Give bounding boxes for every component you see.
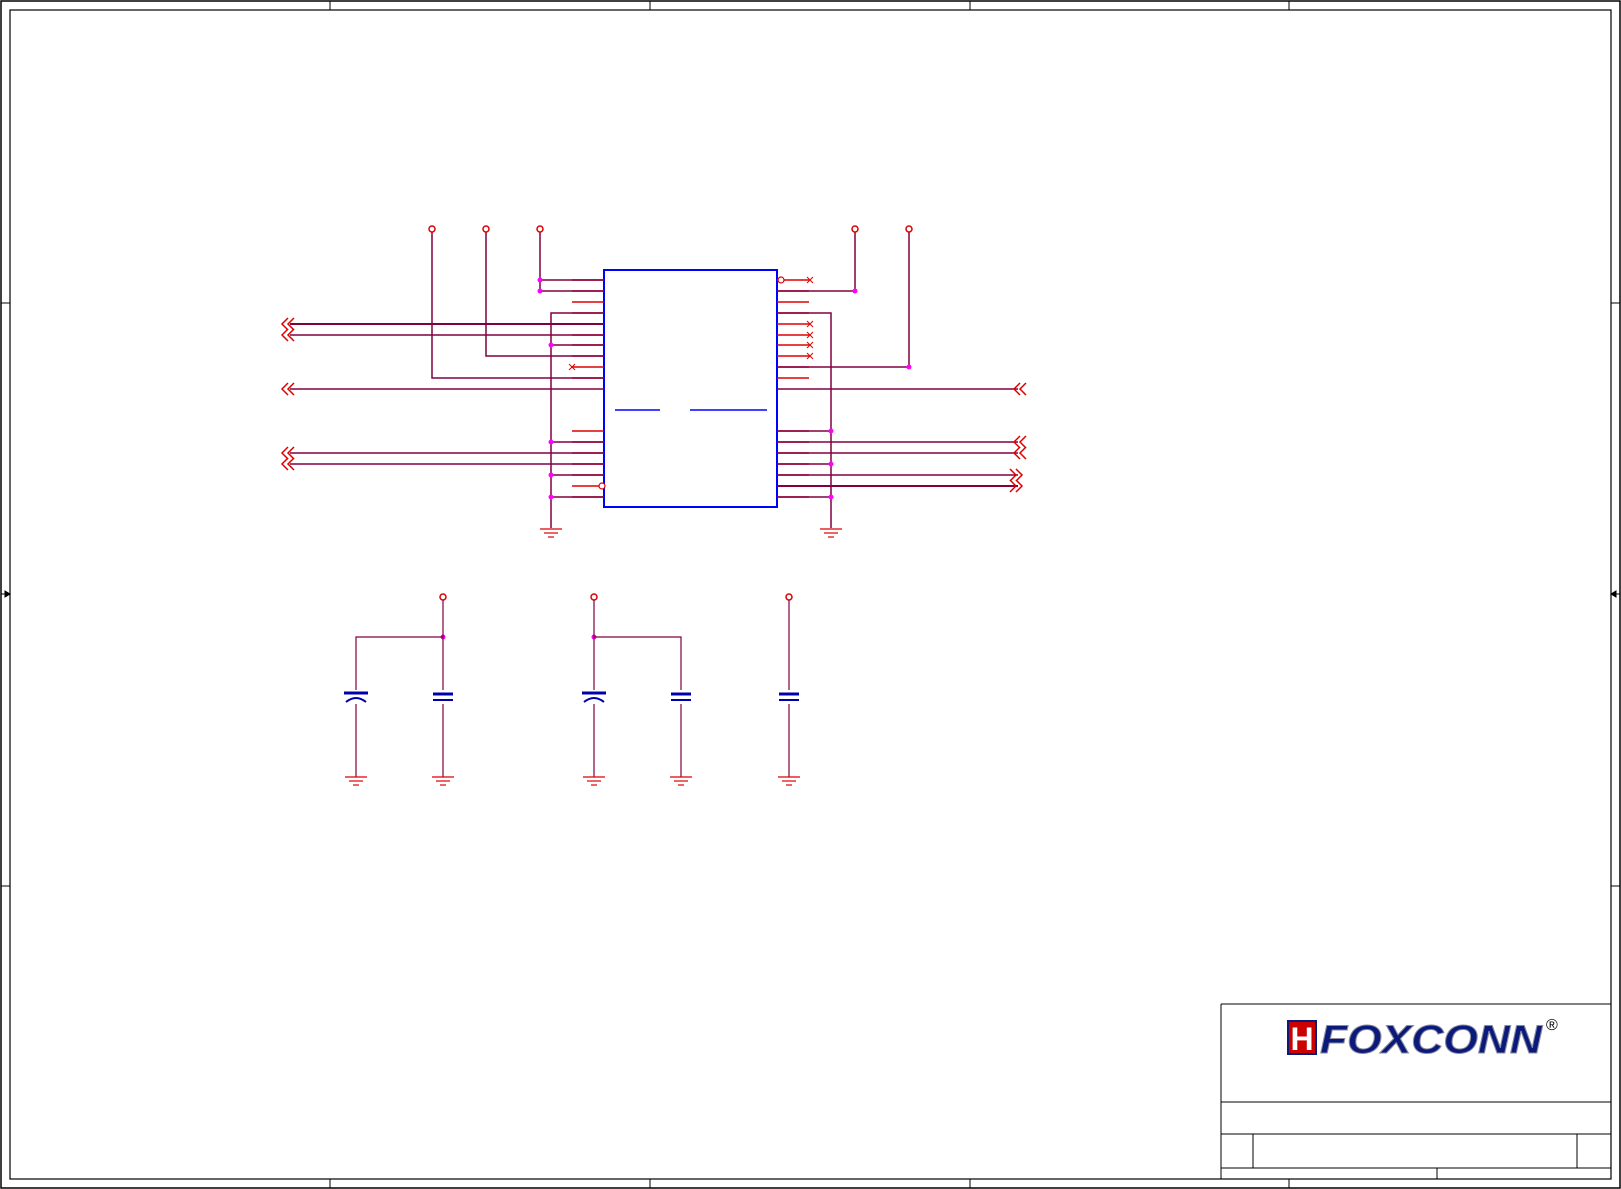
junction-dot-icon	[852, 288, 858, 294]
junction-dot-icon	[548, 472, 554, 478]
ground-symbol-icon	[432, 776, 454, 786]
schematic-sheet: H FOXCONN ®	[0, 0, 1621, 1189]
ic-body	[603, 269, 778, 508]
junction-dot-icon	[828, 461, 834, 467]
ground-symbol-icon	[540, 528, 562, 538]
open-circle-icon	[590, 593, 598, 601]
open-circle-icon	[536, 225, 544, 233]
open-circle-icon	[428, 225, 436, 233]
inverted-pin-bubble-right	[777, 276, 785, 284]
ground-symbols-caps	[345, 776, 800, 786]
open-circle-icon	[482, 225, 490, 233]
decoupling-wires	[355, 600, 790, 777]
open-circle-icon	[851, 225, 859, 233]
ground-symbol-icon	[345, 776, 367, 786]
junction-dot-icon	[828, 428, 834, 434]
open-circle-icon	[905, 225, 913, 233]
wires	[290, 232, 1018, 528]
power-ports	[428, 225, 913, 601]
ground-symbols-ic	[540, 528, 842, 538]
ground-symbol-icon	[820, 528, 842, 538]
junction-dot-icon	[537, 288, 543, 294]
ground-symbol-icon	[670, 776, 692, 786]
open-circle-icon	[439, 593, 447, 601]
logo-h-letter: H	[1290, 1021, 1313, 1057]
offpage-connectors	[280, 317, 1027, 493]
junction-dot-icon	[537, 277, 543, 283]
capacitor-icon	[779, 692, 799, 701]
junction-dot-icon	[906, 364, 912, 370]
capacitor-icon	[433, 692, 453, 701]
junction-dot-icon	[548, 494, 554, 500]
foxconn-logo: H FOXCONN ®	[1287, 1017, 1558, 1063]
inverted-pin-bubble	[598, 482, 606, 490]
polarized-capacitor-icon	[344, 691, 368, 703]
ground-symbol-icon	[583, 776, 605, 786]
drawing-frame	[0, 0, 1621, 1189]
capacitor-icon	[671, 692, 691, 701]
capacitors	[344, 691, 799, 703]
ground-symbol-icon	[778, 776, 800, 786]
junction-dot-icon	[548, 439, 554, 445]
open-circle-icon	[785, 593, 793, 601]
registered-mark: ®	[1546, 1017, 1558, 1034]
junction-dot-icon	[828, 494, 834, 500]
polarized-capacitor-icon	[582, 691, 606, 703]
logo-wordmark: FOXCONN	[1320, 1018, 1543, 1062]
junctions	[440, 277, 912, 640]
junction-dot-icon	[548, 342, 554, 348]
